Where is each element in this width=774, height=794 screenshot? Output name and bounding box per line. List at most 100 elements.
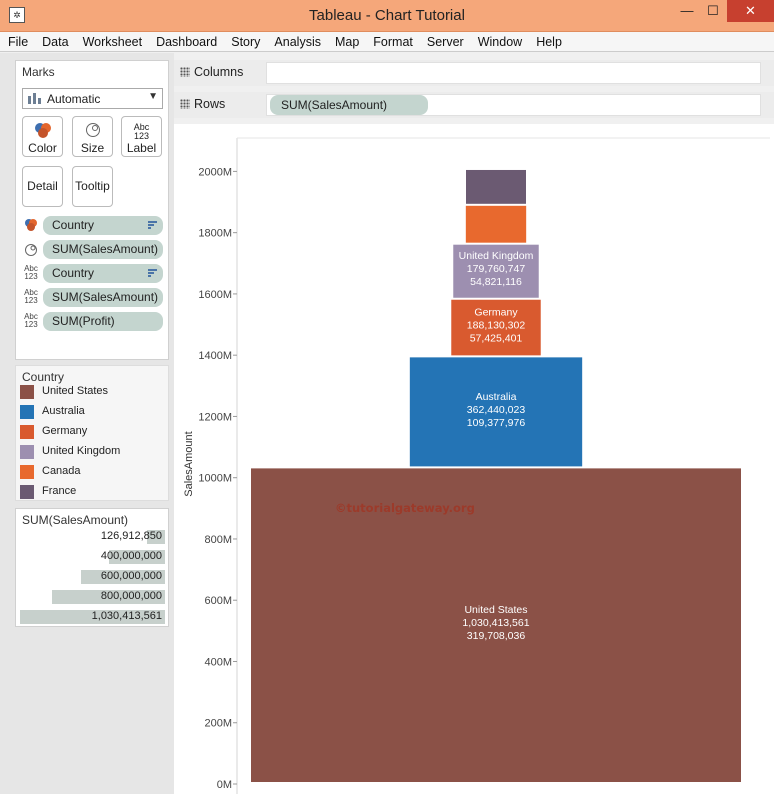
bar-segment — [465, 205, 527, 243]
pill-text: Country — [52, 266, 95, 280]
y-tick-label: 400M — [204, 656, 232, 668]
chevron-down-icon: ▼ — [148, 91, 158, 102]
legend-swatch — [20, 445, 34, 459]
marks-pill-row: Abc 123 Country — [22, 264, 164, 283]
columns-icon — [180, 67, 190, 77]
columns-drop-area[interactable] — [266, 62, 761, 84]
left-panel: Marks Automatic ▼ Color Size Abc 123 Lab… — [0, 53, 174, 794]
label-icon: Abc 123 — [133, 122, 150, 141]
menu-dashboard[interactable]: Dashboard — [148, 32, 223, 52]
data-label: 1,030,413,561 — [462, 617, 529, 629]
detail-button-label: Detail — [27, 179, 58, 193]
tooltip-button[interactable]: Tooltip — [72, 166, 113, 207]
data-label: 319,708,036 — [467, 630, 526, 642]
legend-label: United States — [42, 385, 109, 397]
sort-icon — [148, 221, 157, 229]
menu-window[interactable]: Window — [470, 32, 528, 52]
size-icon — [73, 121, 112, 141]
legend-label: Canada — [42, 465, 81, 477]
size-legend-row: 800,000,000 — [20, 589, 165, 605]
marks-pill-row: SUM(SalesAmount) — [22, 240, 164, 259]
bar-chart-icon — [28, 93, 41, 104]
data-label: Germany — [474, 307, 518, 319]
maximize-button[interactable]: ☐ — [700, 0, 726, 22]
size-legend-label: 800,000,000 — [100, 590, 162, 602]
menu-worksheet[interactable]: Worksheet — [75, 32, 149, 52]
pill-text: SUM(Profit) — [52, 314, 115, 328]
size-button[interactable]: Size — [72, 116, 113, 157]
size-legend-label: 1,030,413,561 — [91, 610, 162, 622]
pill-text: SUM(SalesAmount) — [52, 242, 159, 256]
menu-data[interactable]: Data — [34, 32, 74, 52]
minimize-button[interactable]: — — [674, 0, 700, 22]
menu-story[interactable]: Story — [223, 32, 266, 52]
profit-label-pill[interactable]: SUM(Profit) — [43, 312, 163, 331]
data-label: United Kingdom — [459, 250, 534, 262]
label-button[interactable]: Abc 123 Label — [121, 116, 162, 157]
sales-size-pill[interactable]: SUM(SalesAmount) — [43, 240, 163, 259]
legend-label: Australia — [42, 405, 85, 417]
color-button[interactable]: Color — [22, 116, 63, 157]
y-tick-label: 200M — [204, 718, 232, 730]
legend-swatch — [20, 485, 34, 499]
label-icon: Abc 123 — [24, 264, 38, 281]
data-label: 188,130,302 — [467, 320, 526, 332]
watermark-text: ©tutorialgateway.org — [335, 501, 475, 515]
size-legend-label: 600,000,000 — [100, 570, 162, 582]
rows-sales-pill[interactable]: SUM(SalesAmount) — [270, 95, 428, 115]
detail-button[interactable]: Detail — [22, 166, 63, 207]
size-legend-label: 400,000,000 — [100, 550, 162, 562]
rows-label-text: Rows — [194, 97, 226, 111]
mark-type-dropdown[interactable]: Automatic ▼ — [22, 88, 163, 109]
rows-shelf: Rows SUM(SalesAmount) — [174, 92, 774, 118]
marks-pill-row: Country — [22, 216, 164, 235]
marks-card: Marks Automatic ▼ Color Size Abc 123 Lab… — [15, 60, 169, 360]
size-legend-row: 600,000,000 — [20, 569, 165, 585]
pill-text: SUM(SalesAmount) — [52, 290, 159, 304]
data-label: 54,821,116 — [470, 276, 522, 288]
label-icon: Abc 123 — [24, 312, 38, 329]
title-bar: ✲ Tableau - Chart Tutorial — ☐ ✕ — [0, 0, 774, 32]
menu-bar: File Data Worksheet Dashboard Story Analysis M… — [0, 32, 774, 52]
menu-file[interactable]: File — [0, 32, 34, 52]
data-label: United States — [464, 604, 527, 616]
label-icon: Abc 123 — [24, 288, 38, 305]
menu-server[interactable]: Server — [419, 32, 470, 52]
window-title: Tableau - Chart Tutorial — [309, 7, 465, 24]
columns-label-text: Columns — [194, 65, 244, 79]
legend-label: France — [42, 485, 77, 497]
y-tick-label: 0M — [217, 779, 232, 791]
marks-card-title: Marks — [22, 65, 55, 79]
size-legend-title: SUM(SalesAmount) — [22, 513, 129, 527]
legend-swatch — [20, 405, 34, 419]
sales-label-pill[interactable]: SUM(SalesAmount) — [43, 288, 163, 307]
menu-format[interactable]: Format — [365, 32, 419, 52]
columns-shelf-label: Columns — [180, 65, 243, 79]
menu-analysis[interactable]: Analysis — [266, 32, 327, 52]
size-icon — [22, 241, 40, 258]
chart-view: 0M 200M 400M 600M 800M 1000M 1200M 1400M 1600M 18… — [174, 124, 774, 794]
legend-label: United Kingdom — [42, 445, 121, 457]
data-label: Australia — [476, 391, 517, 403]
columns-shelf: Columns — [174, 60, 774, 86]
menu-help[interactable]: Help — [528, 32, 568, 52]
marks-pill-row: Abc 123 SUM(Profit) — [22, 312, 164, 331]
country-color-pill[interactable]: Country — [43, 216, 163, 235]
country-label-pill[interactable]: Country — [43, 264, 163, 283]
size-legend-row: 126,912,850 — [20, 529, 165, 545]
color-icon — [22, 217, 40, 234]
marks-pill-row: Abc 123 SUM(SalesAmount) — [22, 288, 164, 307]
close-button[interactable]: ✕ — [727, 0, 774, 22]
size-legend-row: 400,000,000 — [20, 549, 165, 565]
menu-map[interactable]: Map — [327, 32, 365, 52]
y-axis-title: SalesAmount — [183, 431, 195, 496]
legend-label: Germany — [42, 425, 88, 437]
data-label: 109,377,976 — [467, 417, 526, 429]
y-tick-label: 1800M — [198, 228, 232, 240]
color-icon — [23, 121, 62, 141]
y-tick-label: 1000M — [198, 473, 232, 485]
legend-swatch — [20, 425, 34, 439]
size-legend: SUM(SalesAmount) 126,912,850 400,000,000… — [15, 508, 169, 627]
size-legend-label: 126,912,850 — [100, 530, 162, 542]
y-tick-label: 1600M — [198, 289, 232, 301]
